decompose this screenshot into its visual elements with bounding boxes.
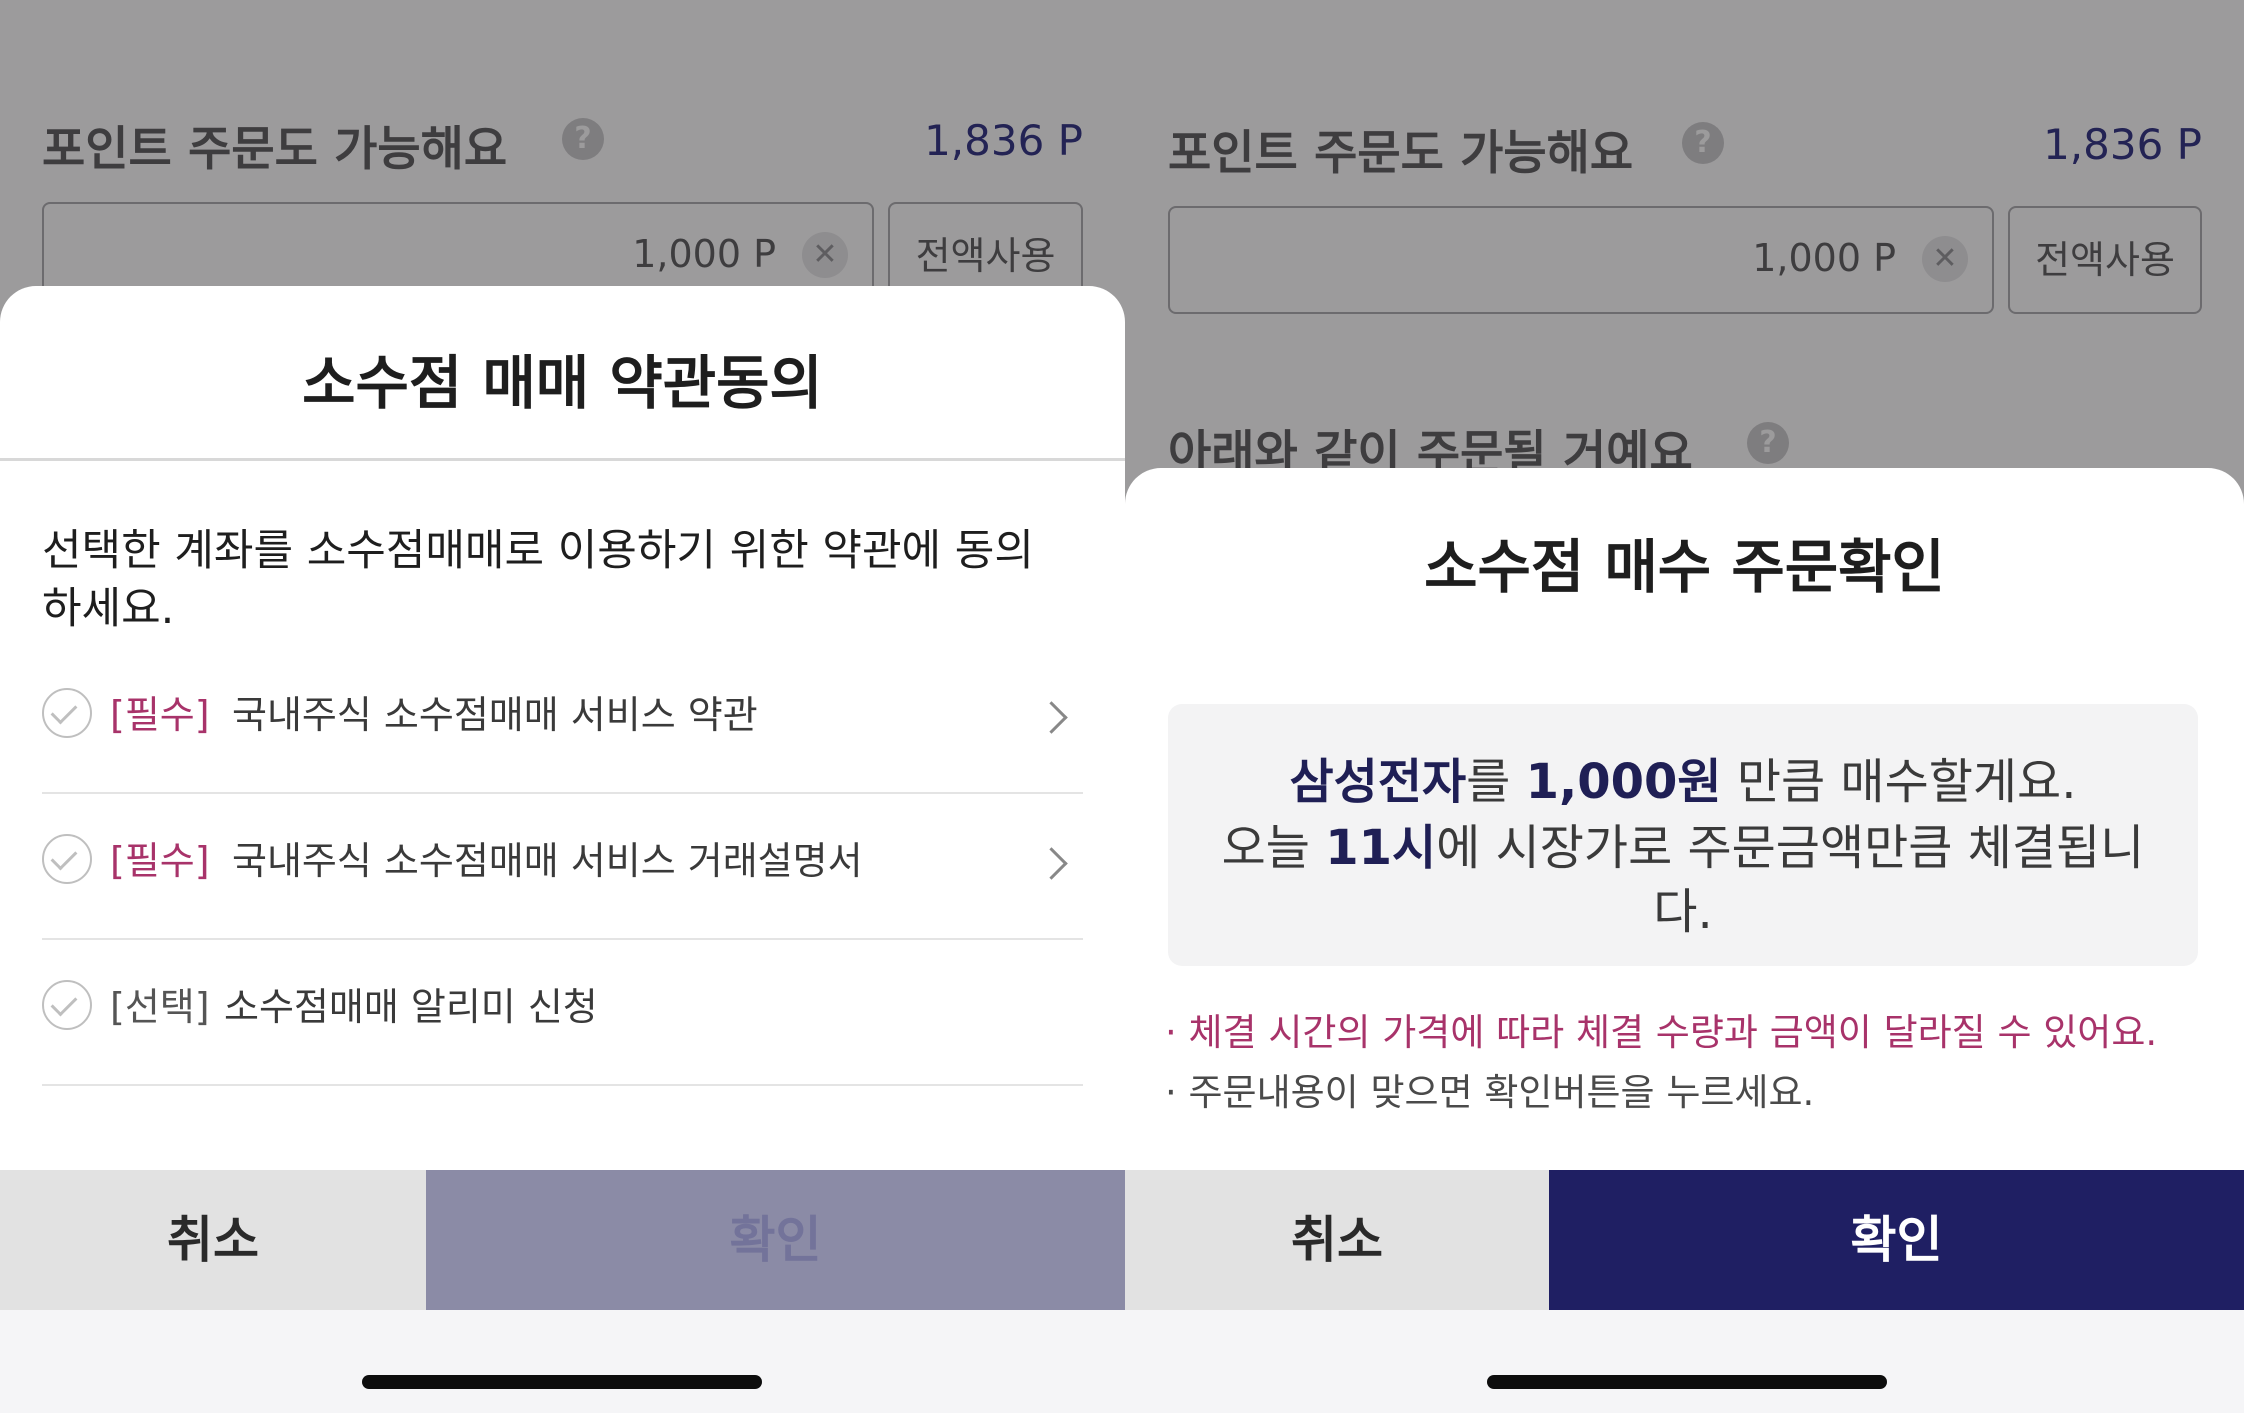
home-indicator xyxy=(1487,1375,1887,1389)
order-amount: 1,000원 xyxy=(1525,754,1722,810)
terms-agreement-screen: 포인트 주문도 가능해요 ? 1,836 P 1,000 P ✕ 전액사용 소수… xyxy=(0,0,1125,1413)
sheet-title: 소수점 매매 약관동의 xyxy=(302,349,823,417)
description-line1: 선택한 계좌를 소수점매매로 이용하기 위한 약관에 동의 xyxy=(42,526,1034,576)
term-label: 소수점매매 알리미 신청 xyxy=(224,985,598,1029)
term-row-notification[interactable]: [선택] 소수점매매 알리미 신청 xyxy=(42,940,1083,1086)
order-summary-box: 삼성전자를 1,000원 만큼 매수할게요. 오늘 11시에 시장가로 주문금액… xyxy=(1168,704,2198,966)
sheet-divider xyxy=(0,458,1125,461)
order-confirm-screen: 포인트 주문도 가능해요 ? 1,836 P 1,000 P ✕ 전액사용 아래… xyxy=(1125,0,2244,1413)
summary-line2: 오늘 11시에 시장가로 주문금액만큼 체결됩니 xyxy=(1168,808,2198,878)
agreement-description: 선택한 계좌를 소수점매매로 이용하기 위한 약관에 동의 하세요. xyxy=(42,522,1034,638)
clear-icon[interactable]: ✕ xyxy=(802,232,848,278)
help-icon[interactable]: ? xyxy=(562,118,604,160)
summary-text: 를 xyxy=(1466,754,1526,810)
clear-icon[interactable]: ✕ xyxy=(1922,236,1968,282)
terms-agreement-sheet: 소수점 매매 약관동의 선택한 계좌를 소수점매매로 이용하기 위한 약관에 동… xyxy=(0,286,1125,1170)
term-row-service-agreement[interactable]: [필수] 국내주식 소수점매매 서비스 약관 xyxy=(42,648,1083,794)
confirm-instruction-notice: · 주문내용이 맞으면 확인버튼을 누르세요. xyxy=(1165,1071,1815,1114)
summary-text: 만큼 매수할게요. xyxy=(1721,754,2077,810)
summary-text: 오늘 xyxy=(1221,820,1326,876)
sheet-title: 소수점 매수 주문확인 xyxy=(1424,533,1945,601)
point-input[interactable]: 1,000 P ✕ xyxy=(1168,206,1994,314)
required-tag: [필수] xyxy=(110,693,210,737)
help-icon[interactable]: ? xyxy=(1682,122,1724,164)
point-order-title: 포인트 주문도 가능해요 xyxy=(42,122,508,177)
summary-line3: 다. xyxy=(1653,884,1713,940)
required-tag: [필수] xyxy=(110,839,210,883)
confirm-button[interactable]: 확인 xyxy=(426,1170,1125,1310)
confirm-button[interactable]: 확인 xyxy=(1549,1170,2244,1310)
point-order-title: 포인트 주문도 가능해요 xyxy=(1168,126,1634,181)
home-indicator xyxy=(362,1375,762,1389)
available-points: 1,836 P xyxy=(2043,120,2202,169)
term-label: 국내주식 소수점매매 서비스 거래설명서 xyxy=(232,839,863,883)
point-input-value: 1,000 P xyxy=(632,232,776,276)
check-circle-icon[interactable] xyxy=(42,834,92,884)
execution-time: 11시 xyxy=(1325,820,1437,876)
summary-text: 에 시장가로 주문금액만큼 체결됩니 xyxy=(1436,820,2145,876)
point-input-value: 1,000 P xyxy=(1752,236,1896,280)
optional-tag: [선택] xyxy=(110,985,210,1029)
stock-name: 삼성전자 xyxy=(1289,754,1467,810)
chevron-right-icon[interactable] xyxy=(1035,847,1068,880)
cancel-button[interactable]: 취소 xyxy=(0,1170,426,1310)
chevron-right-icon[interactable] xyxy=(1035,701,1068,734)
use-all-button[interactable]: 전액사용 xyxy=(2008,206,2202,314)
available-points: 1,836 P xyxy=(924,116,1083,165)
price-variation-notice: · 체결 시간의 가격에 따라 체결 수량과 금액이 달라질 수 있어요. xyxy=(1165,1011,2158,1054)
check-circle-icon[interactable] xyxy=(42,688,92,738)
help-icon[interactable]: ? xyxy=(1747,422,1789,464)
description-line2: 하세요. xyxy=(42,584,175,634)
check-circle-icon[interactable] xyxy=(42,980,92,1030)
term-label: 국내주식 소수점매매 서비스 약관 xyxy=(232,693,758,737)
summary-line1: 삼성전자를 1,000원 만큼 매수할게요. xyxy=(1168,742,2198,812)
cancel-button[interactable]: 취소 xyxy=(1125,1170,1549,1310)
term-row-trading-guide[interactable]: [필수] 국내주식 소수점매매 서비스 거래설명서 xyxy=(42,794,1083,940)
